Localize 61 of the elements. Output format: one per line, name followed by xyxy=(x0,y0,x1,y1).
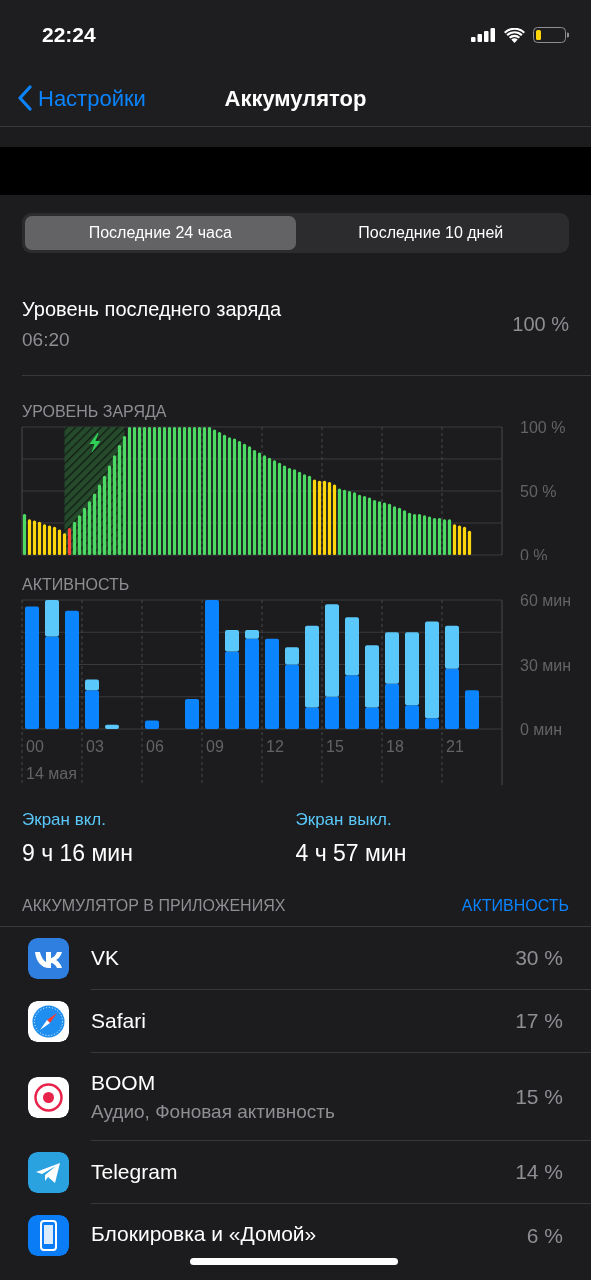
axis-label: 18 xyxy=(386,738,404,755)
usage-percent: 6 % xyxy=(526,1222,563,1249)
axis-label: 30 мин xyxy=(520,656,571,674)
axis-label: 12 xyxy=(266,738,284,755)
stat-value: 4 ч 57 мин xyxy=(295,839,408,868)
activity-link[interactable]: АКТИВНОСТЬ xyxy=(461,893,569,918)
signal-icon xyxy=(471,28,496,42)
app-name: VK xyxy=(91,945,120,971)
period-tab[interactable]: Последние 10 дней xyxy=(295,216,566,250)
activity-bar xyxy=(185,698,199,729)
activity-bar xyxy=(385,632,399,684)
battery-icon xyxy=(533,27,569,43)
back-button[interactable]: Настройки xyxy=(0,80,152,116)
usage-percent: 17 % xyxy=(515,1008,563,1035)
axis-label: 00 xyxy=(26,738,44,755)
axis-label: 21 xyxy=(446,738,464,755)
app-name: Safari xyxy=(91,1008,147,1034)
app-name: Блокировка и «Домой» xyxy=(91,1223,317,1245)
activity-bar xyxy=(345,617,359,676)
axis-label: 15 xyxy=(326,738,344,755)
chart-title: УРОВЕНЬ ЗАРЯДА xyxy=(21,402,168,422)
phone-icon xyxy=(28,1215,69,1256)
screen-title: Аккумулятор xyxy=(224,84,367,113)
activity-bar xyxy=(445,625,459,669)
last-charge-time: 06:20 xyxy=(22,328,71,352)
activity-bar xyxy=(145,720,159,729)
axis-label: 60 мин xyxy=(520,592,571,609)
app-name: BOOM xyxy=(91,1069,157,1096)
last-charge-value: 100 % xyxy=(512,312,569,337)
app-name: Telegram xyxy=(91,1159,179,1185)
activity-bar xyxy=(445,668,459,729)
activity-bar xyxy=(345,675,359,729)
usage-percent: 30 % xyxy=(515,945,563,972)
axis-label: 0 мин xyxy=(520,721,563,738)
stat-value: 9 ч 16 мин xyxy=(22,839,134,868)
axis-label: 50 % xyxy=(520,483,557,500)
stat-label: Экран вкл. xyxy=(22,809,107,831)
activity-bar xyxy=(105,724,119,729)
activity-bar xyxy=(385,683,399,729)
axis-label: 06 xyxy=(146,738,164,755)
compass-icon xyxy=(28,1001,69,1042)
usage-percent: 15 % xyxy=(515,1083,563,1110)
charging-bolt-icon xyxy=(89,433,101,453)
section-header: АККУМУЛЯТОР В ПРИЛОЖЕНИЯХ xyxy=(22,895,286,916)
activity-bar xyxy=(465,690,479,729)
usage-percent: 14 % xyxy=(515,1159,563,1186)
axis-label: 100 % xyxy=(520,419,566,436)
chart-title: АКТИВНОСТЬ xyxy=(21,575,131,595)
app-detail: Аудио, Фоновая активность xyxy=(91,1099,336,1124)
last-charge-label: Уровень последнего заряда xyxy=(22,297,282,322)
period-tab[interactable]: Последние 24 часа xyxy=(25,216,296,250)
paper-plane-icon xyxy=(28,1152,69,1193)
wifi-icon xyxy=(504,27,525,43)
date-label: 14 мая xyxy=(26,765,77,782)
status-time: 22:24 xyxy=(42,22,96,49)
back-chevron-icon xyxy=(18,85,32,111)
axis-label: 09 xyxy=(206,738,224,755)
axis-label: 03 xyxy=(86,738,104,755)
circle-logo-icon xyxy=(28,1076,69,1118)
stat-label: Экран выкл. xyxy=(295,809,393,831)
app-logo-icon xyxy=(28,938,69,979)
